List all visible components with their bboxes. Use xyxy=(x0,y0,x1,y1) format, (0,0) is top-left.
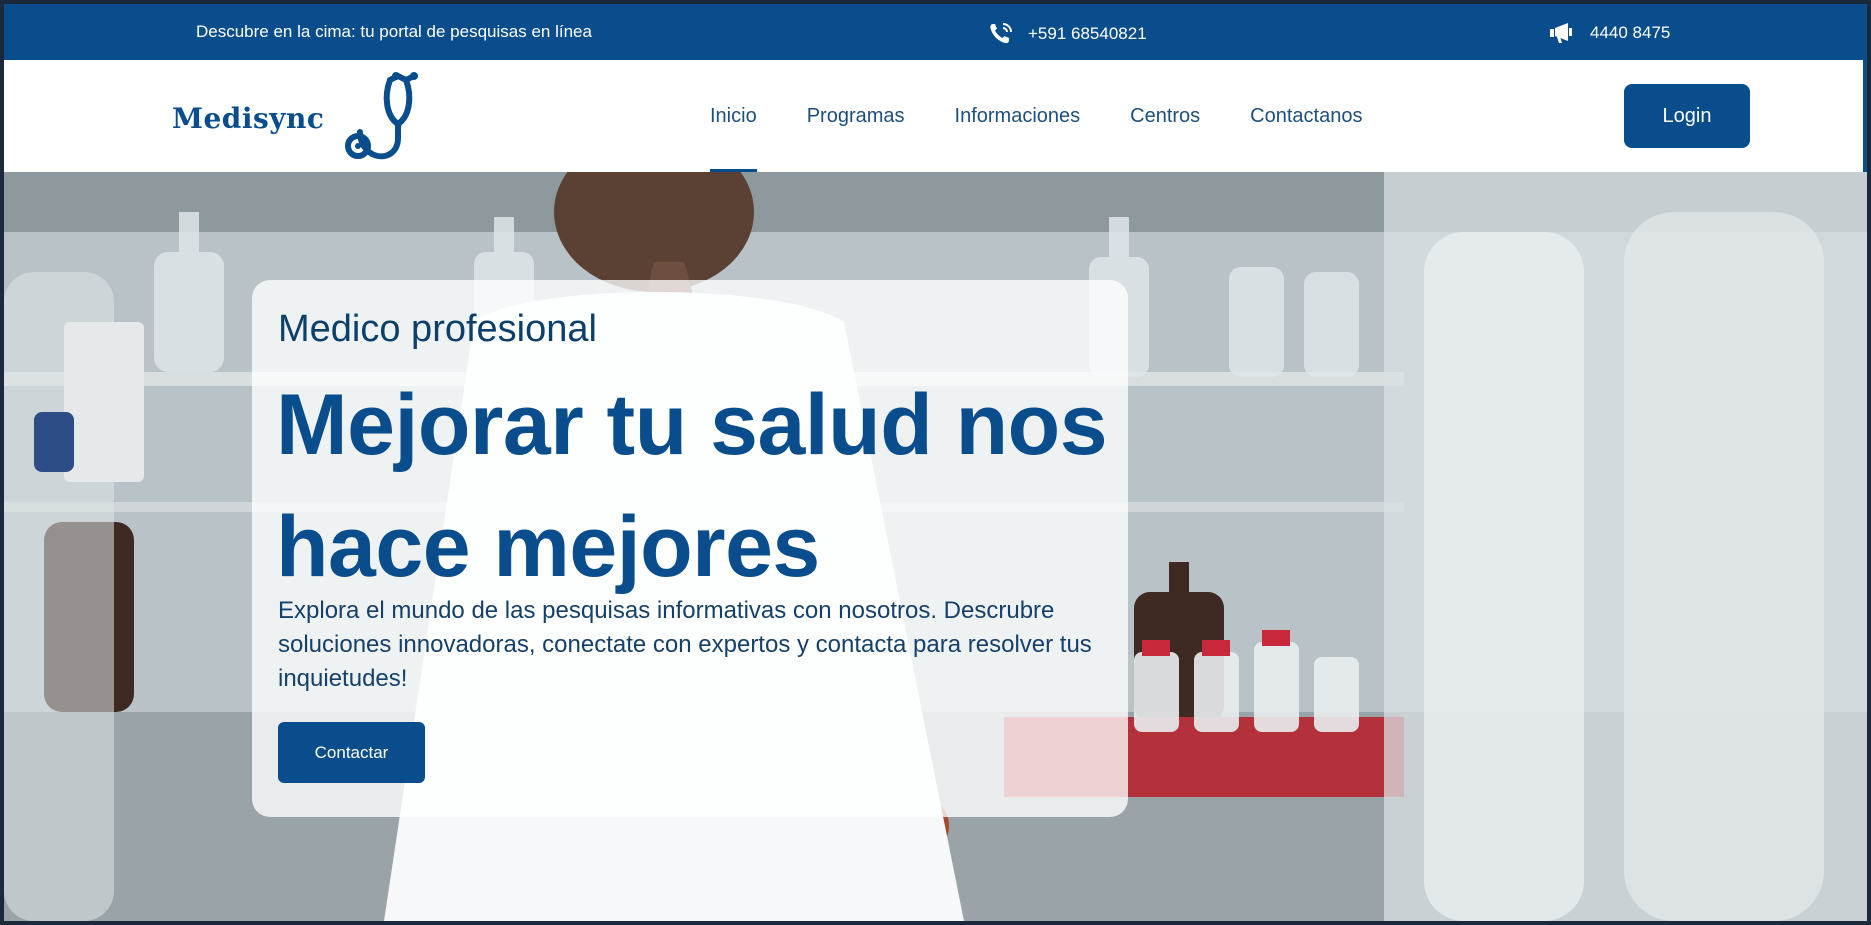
contact-button[interactable]: Contactar xyxy=(278,722,425,783)
phone-number: +591 68540821 xyxy=(1028,24,1147,43)
main-nav: Inicio Programas Informaciones Centros C… xyxy=(710,60,1412,172)
hero-card: Medico profesional Mejorar tu salud nos … xyxy=(252,280,1128,817)
phone-contact[interactable]: +591 68540821 xyxy=(988,21,1147,47)
phone-call-icon xyxy=(988,21,1016,47)
nav-item-centros[interactable]: Centros xyxy=(1130,60,1200,172)
hero-section: Medico profesional Mejorar tu salud nos … xyxy=(4,172,1867,921)
stethoscope-icon xyxy=(324,68,438,169)
top-info-bar: Descubre en la cima: tu portal de pesqui… xyxy=(4,4,1867,60)
tagline: Descubre en la cima: tu portal de pesqui… xyxy=(196,22,592,41)
page: Descubre en la cima: tu portal de pesqui… xyxy=(4,4,1867,921)
hero-description: Explora el mundo de las pesquisas inform… xyxy=(278,597,1092,692)
main-header: Medisync Inicio Programas Informaciones … xyxy=(4,60,1867,172)
fax-number: 4440 8475 xyxy=(1590,23,1671,42)
nav-item-contactanos[interactable]: Contactanos xyxy=(1250,60,1362,172)
nav-item-inicio[interactable]: Inicio xyxy=(710,60,757,172)
logo-text: Medisync xyxy=(172,102,325,135)
fax-contact[interactable]: 4440 8475 xyxy=(1548,21,1670,45)
hero-headline: Mejorar tu salud nos hace mejores xyxy=(276,377,1108,595)
login-button[interactable]: Login xyxy=(1624,84,1750,148)
hero-eyebrow: Medico profesional xyxy=(278,308,597,350)
nav-item-informaciones[interactable]: Informaciones xyxy=(955,60,1081,172)
logo[interactable]: Medisync xyxy=(172,68,438,169)
megaphone-icon xyxy=(1548,21,1576,45)
nav-item-programas[interactable]: Programas xyxy=(807,60,905,172)
